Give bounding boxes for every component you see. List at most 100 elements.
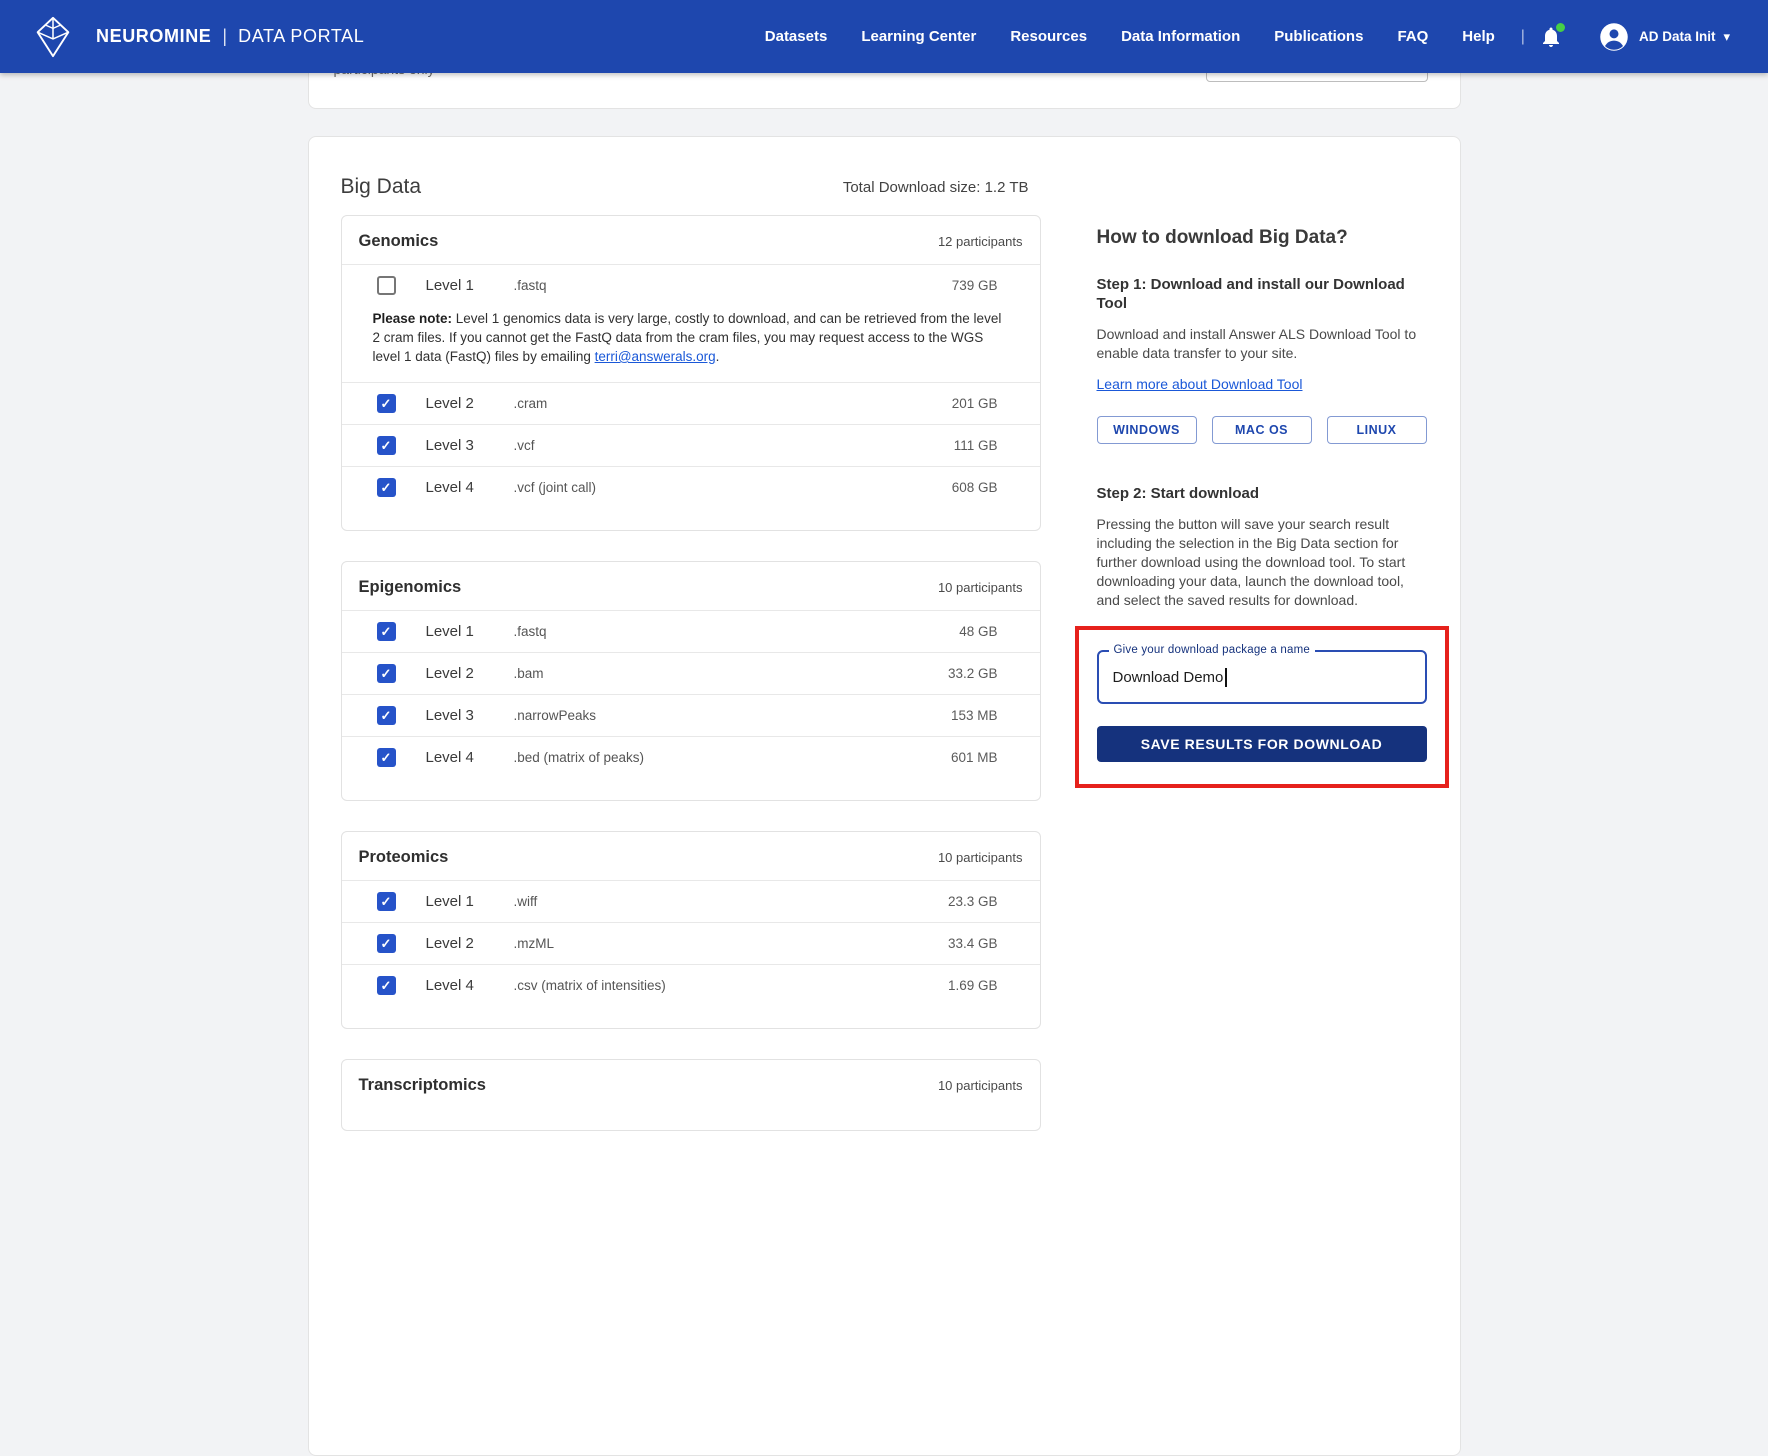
check-icon: ✓	[381, 625, 392, 638]
level-label: Level 3	[426, 707, 514, 724]
level-checkbox[interactable]: ✓	[377, 276, 396, 295]
level-checkbox[interactable]: ✓	[377, 706, 396, 725]
nav-resources[interactable]: Resources	[1010, 28, 1087, 45]
file-size: 33.4 GB	[948, 936, 998, 951]
level-label: Level 2	[426, 395, 514, 412]
level-checkbox[interactable]: ✓	[377, 976, 396, 995]
participants-count: 12 participants	[938, 234, 1023, 249]
macos-button[interactable]: MAC OS	[1212, 416, 1312, 444]
file-type: .fastq	[514, 624, 960, 639]
level-label: Level 1	[426, 893, 514, 910]
email-link[interactable]: terri@answerals.org	[595, 349, 716, 364]
notifications-bell-icon[interactable]	[1539, 25, 1563, 49]
nav-publications[interactable]: Publications	[1274, 28, 1363, 45]
level-label: Level 4	[426, 977, 514, 994]
file-size: 111 GB	[954, 438, 998, 453]
table-row: ✓ Level 2 .mzML 33.4 GB	[342, 922, 1040, 964]
check-icon: ✓	[381, 667, 392, 680]
step2-title: Step 2: Start download	[1097, 484, 1427, 503]
nav-data-information[interactable]: Data Information	[1121, 28, 1240, 45]
nav-learning-center[interactable]: Learning Center	[861, 28, 976, 45]
level-checkbox[interactable]: ✓	[377, 622, 396, 641]
file-type: .wiff	[514, 894, 948, 909]
section-title: Epigenomics	[359, 578, 462, 597]
table-row: ✓ Level 1 .fastq 739 GB	[342, 264, 1040, 306]
participants-count: 10 participants	[938, 850, 1023, 865]
file-type: .vcf (joint call)	[514, 480, 952, 495]
level-checkbox[interactable]: ✓	[377, 394, 396, 413]
package-name-value: Download Demo	[1113, 669, 1224, 686]
nav-datasets[interactable]: Datasets	[765, 28, 828, 45]
file-type: .bam	[514, 666, 948, 681]
participants-count: 10 participants	[938, 580, 1023, 595]
genomics-note: Please note: Level 1 genomics data is ve…	[342, 306, 1040, 382]
package-name-label: Give your download package a name	[1109, 644, 1315, 656]
text-cursor	[1225, 668, 1227, 687]
file-size: 739 GB	[952, 278, 998, 293]
level-checkbox[interactable]: ✓	[377, 664, 396, 683]
save-results-button[interactable]: SAVE RESULTS FOR DOWNLOAD	[1097, 726, 1427, 762]
note-period: .	[716, 349, 720, 364]
table-row: ✓ Level 1 .fastq 48 GB	[342, 610, 1040, 652]
table-row: ✓ Level 3 .vcf 111 GB	[342, 424, 1040, 466]
level-label: Level 4	[426, 479, 514, 496]
file-size: 201 GB	[952, 396, 998, 411]
highlight-annotation-box: Give your download package a name Downlo…	[1075, 626, 1449, 788]
step1-body: Download and install Answer ALS Download…	[1097, 325, 1427, 363]
neuromine-logo-icon	[30, 14, 76, 60]
file-type: .bed (matrix of peaks)	[514, 750, 951, 765]
notification-dot	[1556, 23, 1565, 32]
package-name-input[interactable]: Give your download package a name Downlo…	[1097, 650, 1427, 704]
check-icon: ✓	[381, 481, 392, 494]
download-tool-link[interactable]: Learn more about Download Tool	[1097, 376, 1303, 392]
app-header: NEUROMINE | DATA PORTAL Datasets Learnin…	[0, 0, 1768, 73]
table-row: ✓ Level 3 .narrowPeaks 153 MB	[342, 694, 1040, 736]
howto-title: How to download Big Data?	[1097, 227, 1427, 249]
os-buttons-row: WINDOWS MAC OS LINUX	[1097, 416, 1427, 444]
level-label: Level 4	[426, 749, 514, 766]
brand-divider: |	[222, 26, 227, 47]
participants-count: 10 participants	[938, 1078, 1023, 1093]
file-type: .vcf	[514, 438, 954, 453]
windows-button[interactable]: WINDOWS	[1097, 416, 1197, 444]
table-row: ✓ Level 2 .cram 201 GB	[342, 382, 1040, 424]
step1-title: Step 1: Download and install our Downloa…	[1097, 275, 1427, 313]
table-row: ✓ Level 4 .csv (matrix of intensities) 1…	[342, 964, 1040, 1006]
level-checkbox[interactable]: ✓	[377, 892, 396, 911]
section-transcriptomics: Transcriptomics 10 participants	[341, 1059, 1041, 1131]
level-checkbox[interactable]: ✓	[377, 934, 396, 953]
file-size: 1.69 GB	[948, 978, 998, 993]
file-type: .mzML	[514, 936, 948, 951]
section-epigenomics: Epigenomics 10 participants ✓ Level 1 .f…	[341, 561, 1041, 801]
file-size: 601 MB	[951, 750, 998, 765]
section-genomics: Genomics 12 participants ✓ Level 1 .fast…	[341, 215, 1041, 531]
level-checkbox[interactable]: ✓	[377, 748, 396, 767]
section-proteomics: Proteomics 10 participants ✓ Level 1 .wi…	[341, 831, 1041, 1029]
linux-button[interactable]: LINUX	[1327, 416, 1427, 444]
section-title: Transcriptomics	[359, 1076, 486, 1095]
table-row: ✓ Level 2 .bam 33.2 GB	[342, 652, 1040, 694]
caret-down-icon[interactable]: ▾	[1723, 30, 1730, 43]
check-icon: ✓	[381, 439, 392, 452]
section-title: Proteomics	[359, 848, 449, 867]
user-menu-label[interactable]: AD Data Init	[1639, 29, 1716, 44]
nav-faq[interactable]: FAQ	[1397, 28, 1428, 45]
nav-divider: |	[1521, 28, 1525, 46]
nav-help[interactable]: Help	[1462, 28, 1495, 45]
level-label: Level 2	[426, 665, 514, 682]
user-avatar[interactable]	[1599, 22, 1629, 52]
level-checkbox[interactable]: ✓	[377, 478, 396, 497]
portal-name: DATA PORTAL	[238, 26, 364, 47]
check-icon: ✓	[381, 895, 392, 908]
note-bold: Please note:	[373, 311, 453, 326]
file-type: .fastq	[514, 278, 952, 293]
check-icon: ✓	[381, 397, 392, 410]
brand-name: NEUROMINE	[96, 26, 211, 47]
level-label: Level 1	[426, 277, 514, 294]
check-icon: ✓	[381, 709, 392, 722]
level-checkbox[interactable]: ✓	[377, 436, 396, 455]
big-data-card: Big Data Total Download size: 1.2 TB Gen…	[308, 136, 1461, 1456]
check-icon: ✓	[381, 751, 392, 764]
table-row: ✓ Level 4 .bed (matrix of peaks) 601 MB	[342, 736, 1040, 778]
file-size: 153 MB	[951, 708, 998, 723]
